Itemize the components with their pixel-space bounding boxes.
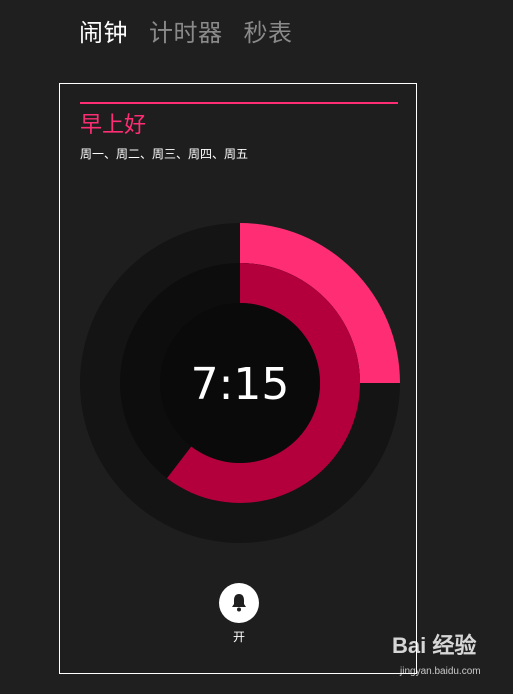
bell-icon: [232, 594, 246, 612]
alarms-app: 闹钟 计时器 秒表 早上好 周一、周二、周三、周四、周五 7:15 开 Bai …: [0, 0, 513, 694]
alarm-name: 早上好: [80, 113, 147, 138]
time-dial[interactable]: 7:15: [80, 223, 400, 543]
tab-timer[interactable]: 计时器: [149, 16, 223, 50]
tab-stopwatch[interactable]: 秒表: [244, 16, 293, 50]
alarm-toggle-label: 开: [232, 630, 245, 644]
alarm-card[interactable]: 早上好 周一、周二、周三、周四、周五 7:15 开: [59, 83, 417, 674]
watermark-text: Bai 经验: [392, 633, 477, 658]
baidu-jingyan-watermark: Bai 经验 jingyan.baidu.com: [392, 632, 510, 690]
alarm-toggle-button[interactable]: [219, 583, 259, 623]
watermark-url: jingyan.baidu.com: [400, 666, 481, 677]
tab-alarm[interactable]: 闹钟: [79, 16, 128, 50]
alarm-repeat-days: 周一、周二、周三、周四、周五: [80, 147, 249, 161]
card-accent-rule: [80, 102, 398, 104]
tab-bar: 闹钟 计时器 秒表: [79, 16, 293, 50]
alarm-time: 7:15: [191, 359, 290, 410]
